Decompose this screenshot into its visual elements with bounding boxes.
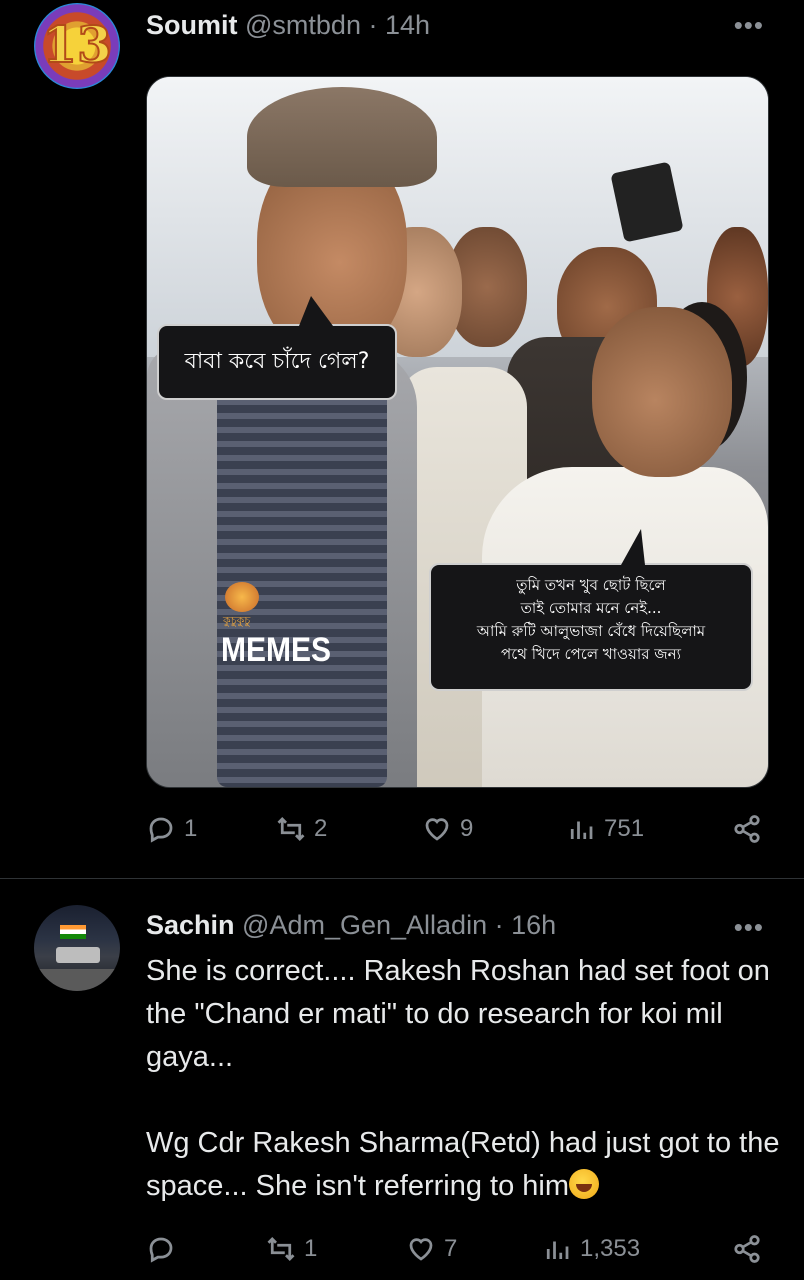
- share-icon: [734, 1235, 760, 1263]
- like-count: 7: [444, 1235, 458, 1262]
- avatar[interactable]: [34, 905, 120, 991]
- views-count: 1,353: [580, 1235, 641, 1262]
- reply-button[interactable]: 1: [146, 814, 197, 844]
- more-icon[interactable]: •••: [734, 912, 764, 943]
- separator: ·: [368, 10, 378, 40]
- timestamp[interactable]: 14h: [385, 10, 430, 40]
- reply-icon: [149, 817, 173, 843]
- author-handle[interactable]: @smtbdn: [245, 10, 361, 40]
- tweet-paragraph: She is correct.... Rakesh Roshan had set…: [146, 955, 770, 1073]
- tweet-paragraph: Wg Cdr Rakesh Sharma(Retd) had just got …: [146, 1122, 786, 1208]
- tweet-text: She is correct.... Rakesh Roshan had set…: [146, 950, 786, 1208]
- logo-small-text: কুচুকুচু: [223, 615, 251, 627]
- reply-button[interactable]: [146, 1234, 184, 1264]
- bubble-line: আমি রুটি আলুভাজা বেঁধে দিয়েছিলাম: [476, 622, 706, 640]
- action-bar: 1 7 1,353: [146, 1234, 776, 1274]
- more-icon[interactable]: •••: [734, 10, 764, 41]
- author-name[interactable]: Sachin: [146, 910, 235, 940]
- logo-text: MEMES: [221, 631, 332, 669]
- separator: ·: [494, 910, 504, 940]
- speech-bubble-right: তুমি তখন খুব ছোট ছিলে তাই তোমার মনে নেই.…: [429, 529, 753, 691]
- views-button[interactable]: 1,353: [542, 1234, 640, 1264]
- woman-head: [592, 307, 732, 477]
- tweet-paragraph-text: Wg Cdr Rakesh Sharma(Retd) had just got …: [146, 1127, 780, 1202]
- cap: [247, 87, 437, 187]
- like-icon: [409, 1238, 433, 1261]
- repost-icon: [267, 1237, 295, 1261]
- tweet-image[interactable]: বাবা কবে চাঁদে গেল? তুমি তখন খুব ছোট ছিল…: [146, 76, 769, 788]
- author-handle[interactable]: @Adm_Gen_Alladin: [242, 910, 487, 940]
- avatar-text: 13: [41, 14, 113, 75]
- like-button[interactable]: 9: [422, 814, 473, 844]
- bubble-line: তাই তোমার মনে নেই...: [520, 599, 662, 617]
- laughing-emoji-icon: [569, 1169, 600, 1199]
- avatar[interactable]: 13: [34, 3, 120, 89]
- repost-count: 2: [314, 815, 328, 842]
- bubble-line: তুমি তখন খুব ছোট ছিলে: [516, 576, 666, 594]
- views-icon: [570, 821, 593, 839]
- moon-surface: [34, 969, 120, 991]
- tweet-header: Sachin @Adm_Gen_Alladin · 16h: [146, 910, 556, 941]
- tweet-1: 13 Soumit @smtbdn · 14h ••• বাবা কবে চাঁ…: [0, 0, 804, 878]
- repost-button[interactable]: 1: [266, 1234, 317, 1264]
- author-name[interactable]: Soumit: [146, 10, 238, 40]
- views-icon: [546, 1241, 569, 1259]
- rover-icon: [56, 947, 100, 963]
- repost-count: 1: [304, 1235, 318, 1262]
- reply-icon: [149, 1237, 173, 1263]
- like-button[interactable]: 7: [406, 1234, 457, 1264]
- views-count: 751: [604, 815, 645, 842]
- like-icon: [425, 818, 449, 841]
- mascot-icon: [225, 582, 259, 612]
- views-button[interactable]: 751: [566, 814, 644, 844]
- flag-icon: [60, 925, 86, 939]
- like-count: 9: [460, 815, 474, 842]
- bubble-line: পথে খিদে পেলে খাওয়ার জন্য: [501, 645, 681, 663]
- share-icon: [734, 815, 760, 843]
- memes-logo: কুচুকুচু MEMES: [221, 582, 331, 672]
- share-button[interactable]: [732, 1234, 762, 1264]
- reply-count: 1: [184, 815, 198, 842]
- speech-bubble-left: বাবা কবে চাঁদে গেল?: [157, 296, 397, 400]
- share-button[interactable]: [732, 814, 762, 844]
- tweet-header: Soumit @smtbdn · 14h: [146, 10, 430, 41]
- repost-icon: [277, 817, 305, 841]
- timestamp[interactable]: 16h: [511, 910, 556, 940]
- action-bar: 1 2 9 751: [146, 814, 776, 854]
- repost-button[interactable]: 2: [276, 814, 327, 844]
